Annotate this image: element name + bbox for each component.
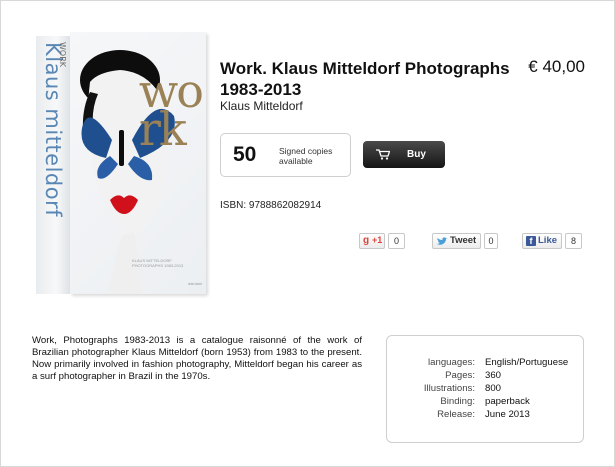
facebook-icon: f (526, 236, 536, 246)
cart-icon (376, 149, 390, 160)
signed-copies-count: 50 (233, 143, 257, 166)
tweet-label: Tweet (450, 235, 477, 246)
google-plus-count: 0 (388, 233, 405, 249)
spine-title: Klaus mitteldorf (41, 42, 65, 218)
detail-value: English/Portuguese (485, 357, 569, 368)
facebook-like-label: Like (538, 235, 558, 246)
facebook-like-button[interactable]: f Like (522, 233, 562, 249)
signed-copies-box: 50 Signed copies available (220, 133, 351, 177)
detail-row-pages: Pages: 360 (387, 370, 585, 383)
detail-row-languages: languages: English/Portuguese (387, 357, 585, 370)
detail-label: Binding: (440, 396, 475, 407)
product-description: Work, Photographs 1983-2013 is a catalog… (32, 335, 362, 382)
cover-title: wo rk (138, 64, 204, 156)
cover-caption: KLAUS MITTELDORF PHOTOGRAPHS 1983-2013 (132, 258, 184, 268)
book-cover-image: Klaus mitteldorf WORK wo rk KLAUS MITTEL… (36, 32, 206, 294)
detail-row-illustrations: Illustrations: 800 (387, 383, 585, 396)
detail-row-binding: Binding: paperback (387, 396, 585, 409)
isbn: ISBN: 9788862082914 (220, 200, 322, 211)
signed-copies-label: Signed copies available (279, 146, 333, 166)
detail-value: 800 (485, 383, 502, 394)
product-title: Work. Klaus Mitteldorf Photographs 1983-… (220, 59, 510, 99)
detail-value: paperback (485, 396, 530, 407)
detail-label: Pages: (445, 370, 475, 381)
bird-icon (437, 237, 448, 245)
details-box: languages: English/Portuguese Pages: 360… (386, 335, 584, 443)
cover-publisher: damiani (187, 281, 202, 286)
tweet-button[interactable]: Tweet (432, 233, 481, 249)
facebook-like-count: 8 (565, 233, 582, 249)
detail-label: Illustrations: (423, 383, 475, 394)
buy-label: Buy (407, 149, 426, 160)
product-price: € 40,00 (528, 57, 585, 76)
detail-label: languages: (428, 357, 475, 368)
book-spine: Klaus mitteldorf WORK (36, 36, 70, 294)
spine-work: WORK (58, 42, 67, 68)
detail-row-release: Release: June 2013 (387, 409, 585, 422)
google-plus-button[interactable]: g +1 (359, 233, 385, 249)
detail-value: 360 (485, 370, 502, 381)
product-author[interactable]: Klaus Mitteldorf (220, 99, 303, 113)
buy-button[interactable]: Buy (363, 141, 445, 168)
google-plus-icon: g (363, 235, 370, 246)
google-plus-label: +1 (372, 235, 383, 245)
tweet-count: 0 (484, 233, 498, 249)
detail-label: Release: (437, 409, 475, 420)
book-front: wo rk KLAUS MITTELDORF PHOTOGRAPHS 1983-… (70, 32, 206, 294)
detail-value: June 2013 (485, 409, 530, 420)
